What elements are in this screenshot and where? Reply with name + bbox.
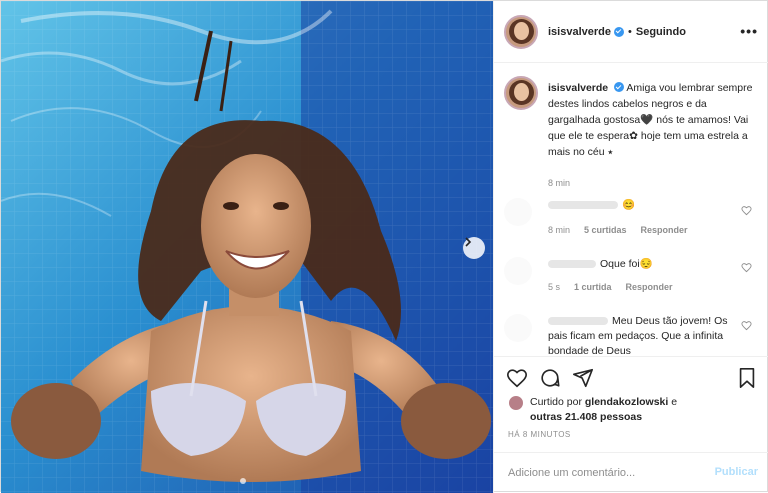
comment-input[interactable]	[508, 465, 698, 481]
reply-button[interactable]: Responder	[641, 225, 688, 235]
post-header: isisvalverde • Seguindo •••	[494, 1, 768, 63]
commenter-avatar[interactable]	[504, 257, 532, 285]
caption-username[interactable]: isisvalverde	[548, 82, 608, 94]
comment-body: 😊	[622, 199, 636, 211]
commenter-name-redacted[interactable]	[548, 317, 608, 326]
comment-icon[interactable]	[539, 367, 561, 389]
commenter-name-redacted[interactable]	[548, 201, 618, 210]
comment-body: Oque foi😔	[600, 258, 653, 270]
avatar[interactable]	[504, 14, 538, 49]
comment-likes[interactable]: 1 curtida	[574, 282, 612, 292]
reply-button[interactable]: Responder	[626, 282, 673, 292]
share-icon[interactable]	[572, 367, 594, 389]
comment-text: Meu Deus tão jovem! Os pais ficam em ped…	[548, 314, 728, 356]
comment-text: Oque foi😔	[548, 257, 728, 272]
avatar[interactable]	[508, 395, 524, 411]
comment-meta: 8 min 5 curtidas Responder	[548, 225, 702, 235]
heart-icon[interactable]	[741, 320, 752, 331]
underwater-photo	[1, 1, 493, 493]
caption-text: isisvalverde Amiga vou lembrar sempre de…	[548, 80, 760, 160]
comments-list[interactable]: isisvalverde Amiga vou lembrar sempre de…	[494, 64, 768, 356]
heart-icon[interactable]	[506, 367, 528, 389]
comment-text: 😊	[548, 198, 728, 213]
liker-username[interactable]: glendakozlowski	[585, 396, 668, 408]
more-options-icon[interactable]: •••	[740, 23, 758, 39]
post-side-panel: isisvalverde • Seguindo ••• isisvalverde…	[493, 1, 768, 493]
likes-others[interactable]: outras 21.408 pessoas	[530, 411, 642, 423]
comment-time: 8 min	[548, 225, 571, 235]
follow-status-button[interactable]: Seguindo	[636, 26, 686, 38]
verified-icon	[614, 82, 625, 92]
comment-meta: 5 s 1 curtida Responder	[548, 282, 687, 292]
post-image[interactable]	[1, 1, 493, 493]
caption-time: 8 min	[548, 178, 571, 188]
add-comment-bar: Publicar	[494, 452, 768, 493]
comment-time: 5 s	[548, 282, 561, 292]
post-timestamp[interactable]: HÁ 8 MINUTOS	[508, 430, 571, 439]
verified-icon	[614, 26, 624, 37]
next-arrow-icon[interactable]	[463, 237, 485, 259]
post-actions	[494, 356, 768, 400]
comment-likes[interactable]: 5 curtidas	[584, 225, 627, 235]
post-modal: isisvalverde • Seguindo ••• isisvalverde…	[0, 0, 768, 493]
commenter-name-redacted[interactable]	[548, 260, 596, 269]
likes-conj: e	[671, 396, 678, 408]
commenter-avatar[interactable]	[504, 314, 532, 342]
commenter-avatar[interactable]	[504, 198, 532, 226]
likes-prefix: Curtido por	[530, 396, 582, 408]
publish-button[interactable]: Publicar	[715, 466, 758, 478]
heart-icon[interactable]	[741, 262, 752, 273]
heart-icon[interactable]	[741, 205, 752, 216]
likes-text: Curtido por glendakozlowski e outras 21.…	[530, 395, 760, 425]
separator-dot: •	[628, 25, 632, 38]
caption-avatar[interactable]	[504, 76, 538, 110]
bookmark-icon[interactable]	[736, 367, 758, 389]
header-username[interactable]: isisvalverde	[548, 26, 611, 38]
